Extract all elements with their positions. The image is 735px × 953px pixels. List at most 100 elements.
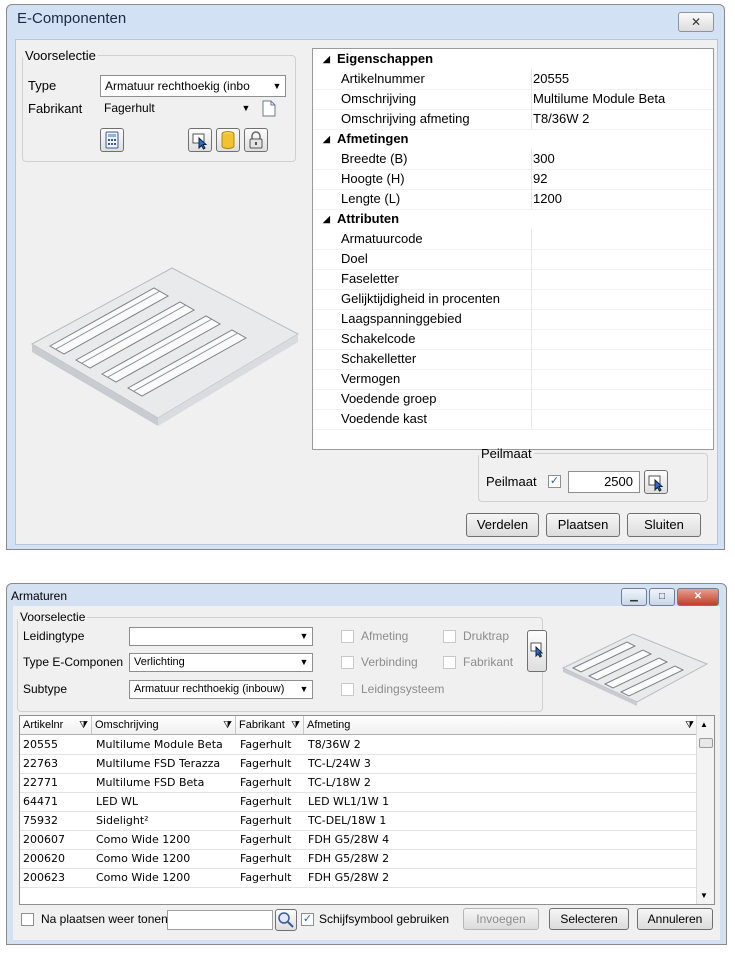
peilmaat-input[interactable]: 2500 [568,471,640,493]
select-button[interactable]: Selecteren [549,908,629,930]
etype-label: Type E-Componen [23,655,124,669]
property-row[interactable]: Hoogte (H) 92 [313,169,713,190]
chevron-down-icon: ▼ [296,681,312,698]
peilmaat-checkbox[interactable]: ✓ [548,475,561,488]
filter-manufacturer-checkbox[interactable] [443,656,456,669]
property-row[interactable]: Breedte (B) 300 [313,149,713,170]
property-row[interactable]: Doel [313,249,713,270]
property-row[interactable]: Omschrijving Multilume Module Beta [313,89,713,110]
dialog-titlebar[interactable]: E-Componenten ✕ [7,5,724,35]
type-select-value: Armatuur rechthoekig (inbo [105,79,250,93]
filter-pressure-checkbox[interactable] [443,630,456,643]
database-icon [221,131,235,149]
pick-cursor-icon [530,642,544,658]
property-row[interactable]: Vermogen [313,369,713,390]
property-row[interactable]: Schakelletter [313,349,713,370]
filter-dimension-label: Afmeting [361,629,409,643]
place-button[interactable]: Plaatsen [546,513,620,537]
property-row[interactable]: Armatuurcode [313,229,713,250]
search-input[interactable] [167,910,273,930]
dialog-client: Voorselectie Type Armatuur rechthoekig (… [15,39,718,545]
col-header-omschrijving[interactable]: Omschrijving ⧩ [92,716,236,735]
new-document-icon[interactable] [262,100,276,117]
cancel-button[interactable]: Annuleren [637,908,713,930]
filter-icon[interactable]: ⧩ [79,716,88,735]
filter-dimension-checkbox[interactable] [341,630,354,643]
pick-button[interactable] [188,128,212,152]
window-client: Voorselectie Leidingtype ▼ Type E-Compon… [13,606,720,940]
filter-icon[interactable]: ⧩ [685,716,694,735]
filter-pipesystem-label: Leidingsysteem [361,682,445,696]
database-button[interactable] [216,128,240,152]
collapse-icon[interactable]: ◢ [323,49,330,69]
vertical-scrollbar[interactable]: ▲ ▼ [696,716,714,904]
scroll-thumb[interactable] [699,738,713,748]
property-row[interactable]: Schakelcode [313,329,713,350]
property-row[interactable]: Artikelnummer 20555 [313,69,713,90]
chevron-down-icon: ▼ [296,654,312,671]
search-button[interactable] [275,909,297,931]
pick-button[interactable] [527,630,547,672]
col-header-artikelnr[interactable]: Artikelnr ⧩ [20,716,92,735]
pick-cursor-icon [192,133,208,150]
scroll-up-icon[interactable]: ▲ [700,720,708,729]
filter-icon[interactable]: ⧩ [291,716,300,735]
maximize-icon[interactable]: □ [649,588,675,606]
insert-button[interactable]: Invoegen [463,908,539,930]
type-select[interactable]: Armatuur rechthoekig (inbo ▼ [100,75,286,97]
collapse-icon[interactable]: ◢ [323,209,330,229]
close-button[interactable]: Sluiten [627,513,701,537]
chevron-down-icon: ▼ [296,628,312,645]
property-grid[interactable]: ◢ Eigenschappen Artikelnummer 20555 Omsch… [312,48,714,450]
property-row[interactable]: Voedende groep [313,389,713,410]
search-icon [278,912,294,928]
property-row[interactable]: Omschrijving afmeting T8/36W 2 [313,109,713,130]
pipe-type-label: Leidingtype [23,629,85,643]
close-icon[interactable]: ✕ [677,588,719,606]
manufacturer-select[interactable]: Fagerhult ▼ [100,98,254,120]
table-row[interactable]: 22771 Multilume FSD Beta Fagerhult TC-L/18W… [20,774,696,793]
property-row[interactable]: Lengte (L) 1200 [313,189,713,210]
table-row[interactable]: 22763 Multilume FSD Terazza Fagerhult TC-L/… [20,755,696,774]
table-row[interactable]: 20555 Multilume Module Beta Fagerhult T8/36… [20,736,696,755]
table-row[interactable]: 75932 Sidelight² Fagerhult TC-DEL/18W 1 [20,812,696,831]
table-row[interactable]: 200620 Como Wide 1200 Fagerhult FDH G5/28W … [20,850,696,869]
minimize-icon[interactable]: ▁ [621,588,647,606]
pipe-type-select[interactable]: ▼ [129,627,313,646]
lock-button[interactable] [244,128,268,152]
filter-icon[interactable]: ⧩ [223,716,232,735]
subtype-select[interactable]: Armatuur rechthoekig (inbouw) ▼ [129,680,313,699]
peilmaat-pick-button[interactable] [644,470,668,494]
window-title: Armaturen [11,589,68,603]
use-disk-symbol-label: Schijfsymbool gebruiken [319,912,450,926]
close-icon[interactable]: ✕ [678,12,714,32]
property-row[interactable]: Faseletter [313,269,713,290]
show-after-place-checkbox[interactable] [21,913,34,926]
use-disk-symbol-checkbox[interactable]: ✓ [301,913,314,926]
collapse-icon[interactable]: ◢ [323,129,330,149]
dialog-title: E-Componenten [17,10,127,27]
category-properties[interactable]: ◢ Eigenschappen [313,49,713,69]
col-header-fabrikant[interactable]: Fabrikant ⧩ [236,716,304,735]
filter-manufacturer-label: Fabrikant [463,655,514,669]
calculator-button[interactable] [100,128,124,152]
lock-icon [249,131,263,149]
table-row[interactable]: 64471 LED WL Fagerhult LED WL1/1W 1 [20,793,696,812]
col-header-afmeting[interactable]: Afmeting ⧩ [304,716,698,735]
e-componenten-dialog: E-Componenten ✕ Voorselectie Type Armatu… [6,4,725,550]
table-row[interactable]: 200623 Como Wide 1200 Fagerhult FDH G5/28W … [20,869,696,888]
etype-select[interactable]: Verlichting ▼ [129,653,313,672]
scroll-down-icon[interactable]: ▼ [700,891,708,900]
manufacturer-label: Fabrikant [28,101,83,116]
property-row[interactable]: Gelijktijdigheid in procenten [313,289,713,310]
distribute-button[interactable]: Verdelen [466,513,539,537]
filter-pipesystem-checkbox[interactable] [341,683,354,696]
table-row[interactable]: 200607 Como Wide 1200 Fagerhult FDH G5/28W … [20,831,696,850]
category-attributes[interactable]: ◢ Attributen [313,209,713,229]
category-dimensions[interactable]: ◢ Afmetingen [313,129,713,149]
articles-table[interactable]: Artikelnr ⧩ Omschrijving ⧩ Fabrikant ⧩ Afme… [19,715,715,905]
filter-pressure-label: Druktrap [463,629,510,643]
property-row[interactable]: Voedende kast [313,409,713,430]
filter-connection-checkbox[interactable] [341,656,354,669]
property-row[interactable]: Laagspanninggebied [313,309,713,330]
